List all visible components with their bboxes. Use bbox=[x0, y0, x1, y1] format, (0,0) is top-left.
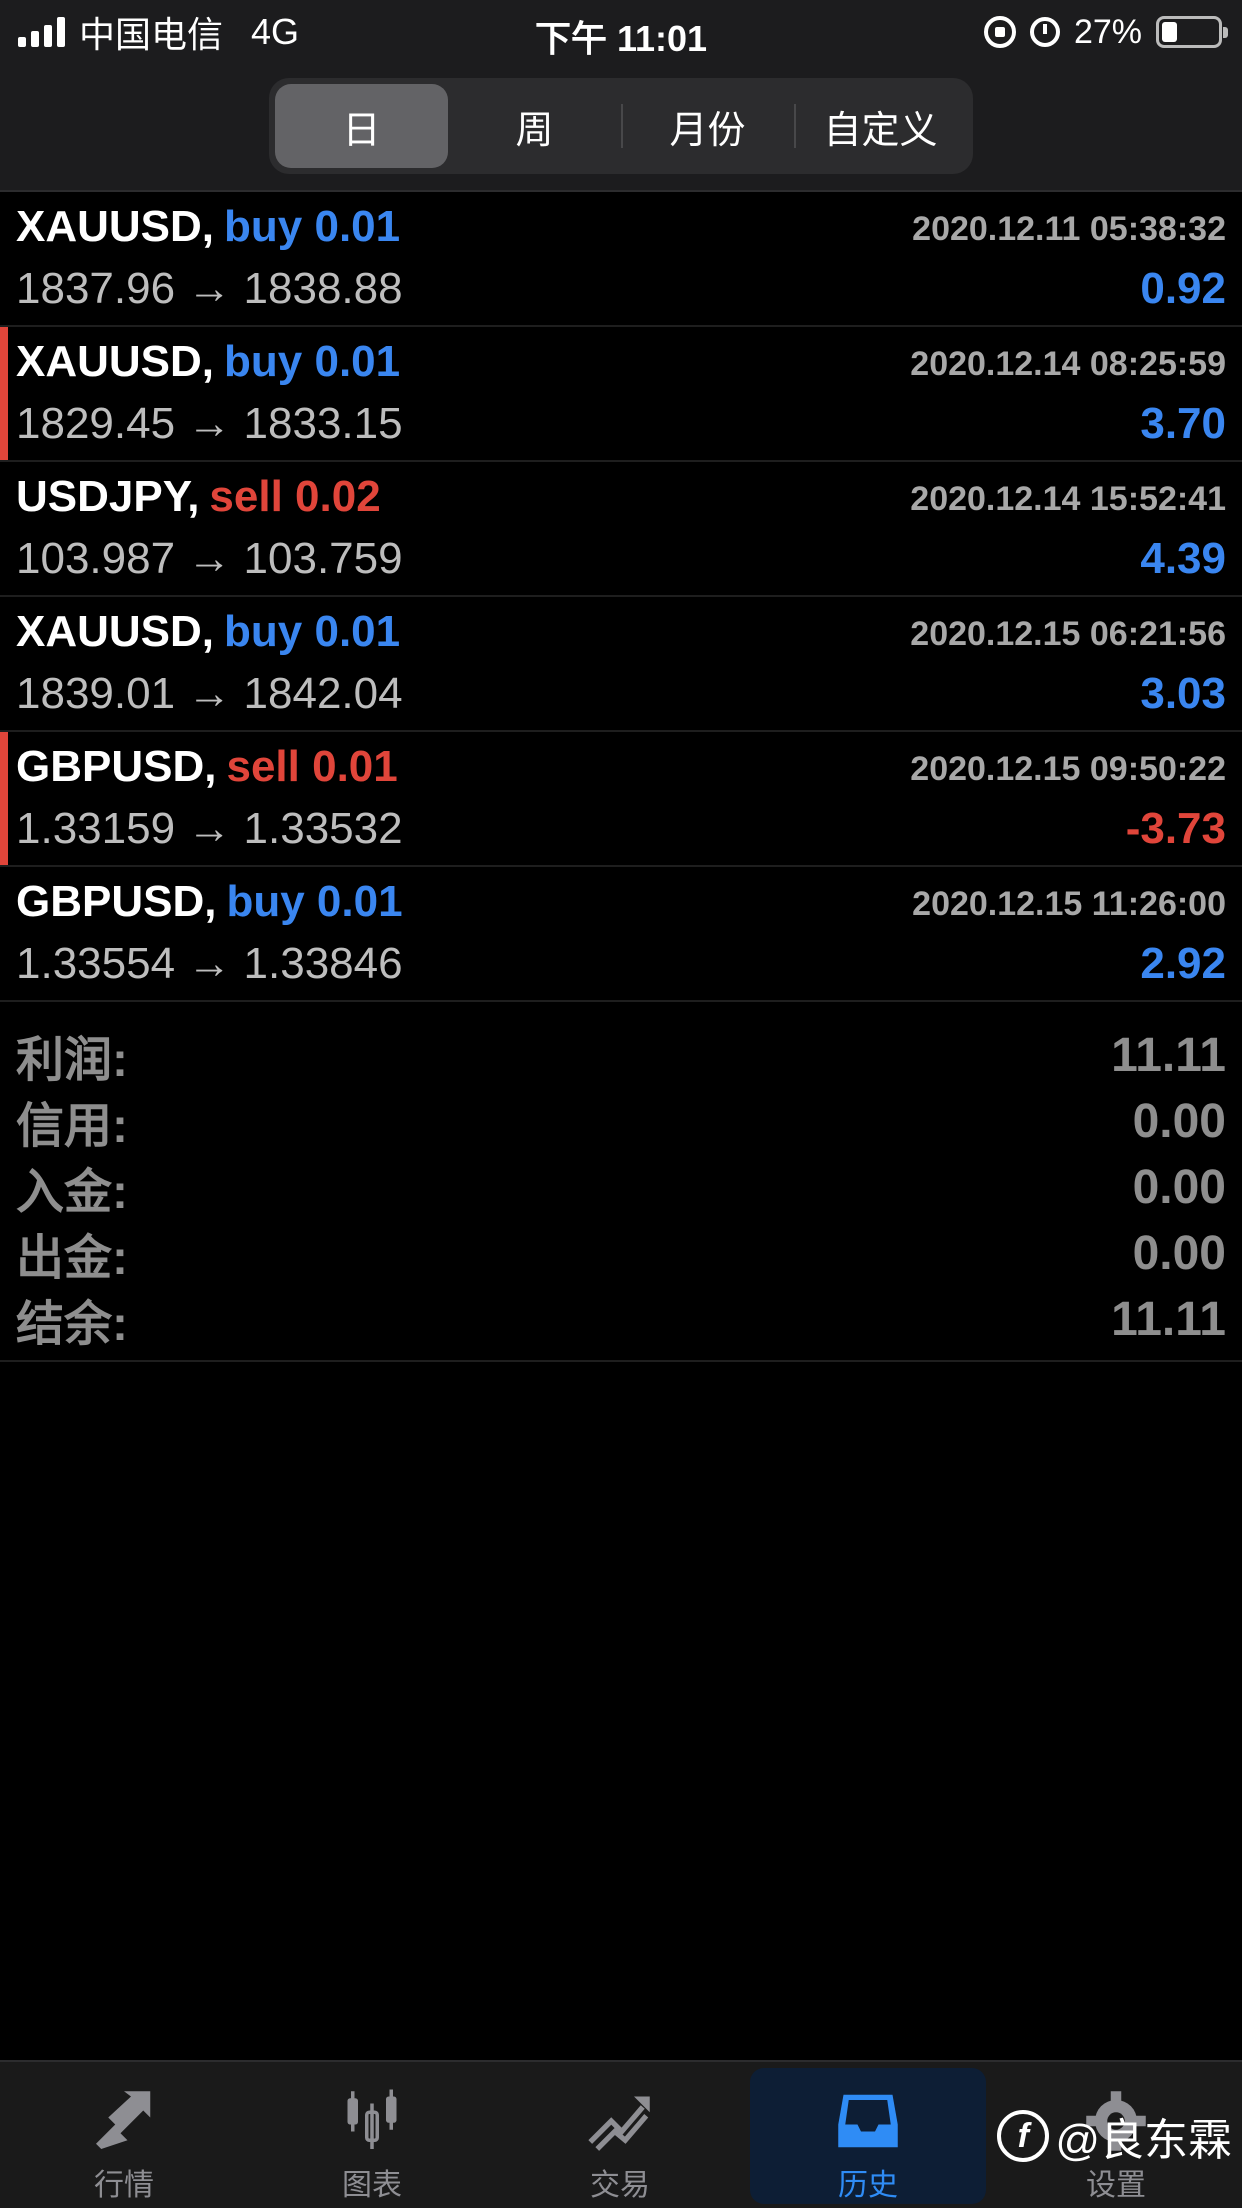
trade-prices: 1.33554 → 1.33846 bbox=[16, 939, 403, 989]
open-price: 1837.96 bbox=[16, 264, 176, 313]
status-bar: 中国电信 4G 下午 11:01 27% bbox=[0, 0, 1242, 64]
close-price: 1833.15 bbox=[243, 399, 403, 448]
arrow-icon: → bbox=[187, 264, 232, 313]
trade-symbol: GBPUSD, bbox=[16, 877, 217, 926]
trade-side: sell 0.01 bbox=[226, 742, 398, 791]
arrow-icon: → bbox=[187, 939, 232, 988]
account-summary: 利润: 11.11 信用: 0.00 入金: 0.00 出金: 0.00 结余: 11.1… bbox=[0, 1004, 1242, 1362]
trade-symbol: XAUUSD, bbox=[16, 607, 215, 656]
trade-profit: 4.39 bbox=[1140, 534, 1226, 583]
summary-profit: 利润: 11.11 bbox=[0, 1022, 1242, 1088]
summary-value: 0.00 bbox=[1132, 1226, 1226, 1280]
segment-week[interactable]: 周 bbox=[448, 84, 621, 168]
summary-balance: 结余: 11.11 bbox=[0, 1286, 1242, 1352]
trade-prices: 1.33159 → 1.33532 bbox=[16, 804, 403, 854]
watermark: f @良东霖 bbox=[997, 2104, 1232, 2168]
summary-label: 利润: bbox=[16, 1034, 128, 1087]
segment-month[interactable]: 月份 bbox=[621, 84, 794, 168]
trade-side: buy 0.01 bbox=[224, 607, 401, 656]
summary-value: 0.00 bbox=[1132, 1160, 1226, 1214]
trade-row[interactable]: XAUUSD, buy 0.01 2020.12.15 06:21:56 1839… bbox=[0, 597, 1242, 732]
summary-label: 出金: bbox=[16, 1232, 128, 1285]
chart-icon bbox=[347, 2089, 397, 2149]
summary-value: 11.11 bbox=[1111, 1292, 1226, 1346]
close-price: 1842.04 bbox=[243, 669, 403, 718]
tab-label: 行情 bbox=[94, 2169, 154, 2202]
trade-row[interactable]: GBPUSD, sell 0.01 2020.12.15 09:50:22 1.3… bbox=[0, 732, 1242, 867]
close-price: 1838.88 bbox=[243, 264, 403, 313]
trade-symbol: XAUUSD, bbox=[16, 202, 215, 251]
trade-prices: 103.987 → 103.759 bbox=[16, 534, 403, 584]
summary-withdrawal: 出金: 0.00 bbox=[0, 1220, 1242, 1286]
trade-symbol: XAUUSD, bbox=[16, 337, 215, 386]
open-price: 103.987 bbox=[16, 534, 176, 583]
arrow-icon: → bbox=[187, 534, 232, 583]
arrow-icon: → bbox=[187, 804, 232, 853]
summary-credit: 信用: 0.00 bbox=[0, 1088, 1242, 1154]
trade-row[interactable]: GBPUSD, buy 0.01 2020.12.15 11:26:00 1.33… bbox=[0, 867, 1242, 1002]
summary-label: 结余: bbox=[16, 1298, 128, 1351]
battery-icon bbox=[1156, 16, 1228, 48]
open-price: 1829.45 bbox=[16, 399, 176, 448]
open-price: 1.33554 bbox=[16, 939, 176, 988]
trade-time: 2020.12.14 08:25:59 bbox=[910, 345, 1226, 383]
history-icon bbox=[838, 2094, 898, 2148]
summary-deposit: 入金: 0.00 bbox=[0, 1154, 1242, 1220]
period-segmented-control: 日 周 月份 自定义 bbox=[269, 78, 973, 174]
trade-profit: -3.73 bbox=[1125, 804, 1226, 853]
tab-trade[interactable]: 交易 bbox=[502, 2068, 738, 2204]
status-right: 27% bbox=[983, 10, 1228, 54]
summary-label: 信用: bbox=[16, 1100, 128, 1153]
orientation-lock-icon bbox=[983, 16, 1016, 48]
open-price: 1839.01 bbox=[16, 669, 176, 718]
trade-list: XAUUSD, buy 0.01 2020.12.11 05:38:32 1837… bbox=[0, 192, 1242, 1002]
segment-day[interactable]: 日 bbox=[275, 84, 448, 168]
header: 日 周 月份 自定义 bbox=[0, 64, 1242, 192]
alarm-icon bbox=[1029, 17, 1060, 47]
trade-row[interactable]: XAUUSD, buy 0.01 2020.12.14 08:25:59 1829… bbox=[0, 327, 1242, 462]
trade-row[interactable]: USDJPY, sell 0.02 2020.12.14 15:52:41 103… bbox=[0, 462, 1242, 597]
segment-custom[interactable]: 自定义 bbox=[794, 84, 967, 168]
trade-icon bbox=[588, 2096, 650, 2151]
open-price: 1.33159 bbox=[16, 804, 176, 853]
tab-history[interactable]: 历史 bbox=[750, 2068, 986, 2204]
close-price: 103.759 bbox=[243, 534, 403, 583]
trade-side: buy 0.01 bbox=[226, 877, 403, 926]
trade-time: 2020.12.15 11:26:00 bbox=[912, 885, 1226, 923]
trade-side: buy 0.01 bbox=[224, 337, 401, 386]
summary-label: 入金: bbox=[16, 1166, 128, 1219]
trade-side: buy 0.01 bbox=[224, 202, 401, 251]
trade-time: 2020.12.11 05:38:32 bbox=[912, 210, 1226, 248]
trade-row[interactable]: XAUUSD, buy 0.01 2020.12.11 05:38:32 1837… bbox=[0, 192, 1242, 327]
trade-prices: 1829.45 → 1833.15 bbox=[16, 399, 403, 449]
summary-value: 11.11 bbox=[1111, 1028, 1226, 1082]
watermark-text: @良东霖 bbox=[1055, 2116, 1232, 2165]
trade-profit: 3.70 bbox=[1140, 399, 1226, 448]
tab-label: 历史 bbox=[838, 2169, 898, 2202]
trade-time: 2020.12.14 15:52:41 bbox=[910, 480, 1226, 518]
arrow-icon: → bbox=[187, 399, 232, 448]
trade-time: 2020.12.15 06:21:56 bbox=[910, 615, 1226, 653]
trade-prices: 1837.96 → 1838.88 bbox=[16, 264, 403, 314]
trade-time: 2020.12.15 09:50:22 bbox=[910, 750, 1226, 788]
tab-label: 交易 bbox=[590, 2169, 650, 2202]
summary-value: 0.00 bbox=[1132, 1094, 1226, 1148]
watermark-logo-icon: f bbox=[997, 2110, 1050, 2162]
close-price: 1.33846 bbox=[243, 939, 403, 988]
trade-profit: 0.92 bbox=[1140, 264, 1226, 313]
arrow-icon: → bbox=[187, 669, 232, 718]
trade-profit: 3.03 bbox=[1140, 669, 1226, 718]
tab-chart[interactable]: 图表 bbox=[254, 2068, 490, 2204]
trade-side: sell 0.02 bbox=[209, 472, 381, 521]
tab-label: 图表 bbox=[342, 2169, 402, 2202]
trade-symbol: USDJPY, bbox=[16, 472, 200, 521]
battery-percent: 27% bbox=[1073, 12, 1142, 51]
trade-symbol: GBPUSD, bbox=[16, 742, 217, 791]
trade-profit: 2.92 bbox=[1140, 939, 1226, 988]
trade-prices: 1839.01 → 1842.04 bbox=[16, 669, 403, 719]
tab-quotes[interactable]: 行情 bbox=[6, 2068, 242, 2204]
quotes-icon bbox=[96, 2091, 151, 2149]
close-price: 1.33532 bbox=[243, 804, 403, 853]
